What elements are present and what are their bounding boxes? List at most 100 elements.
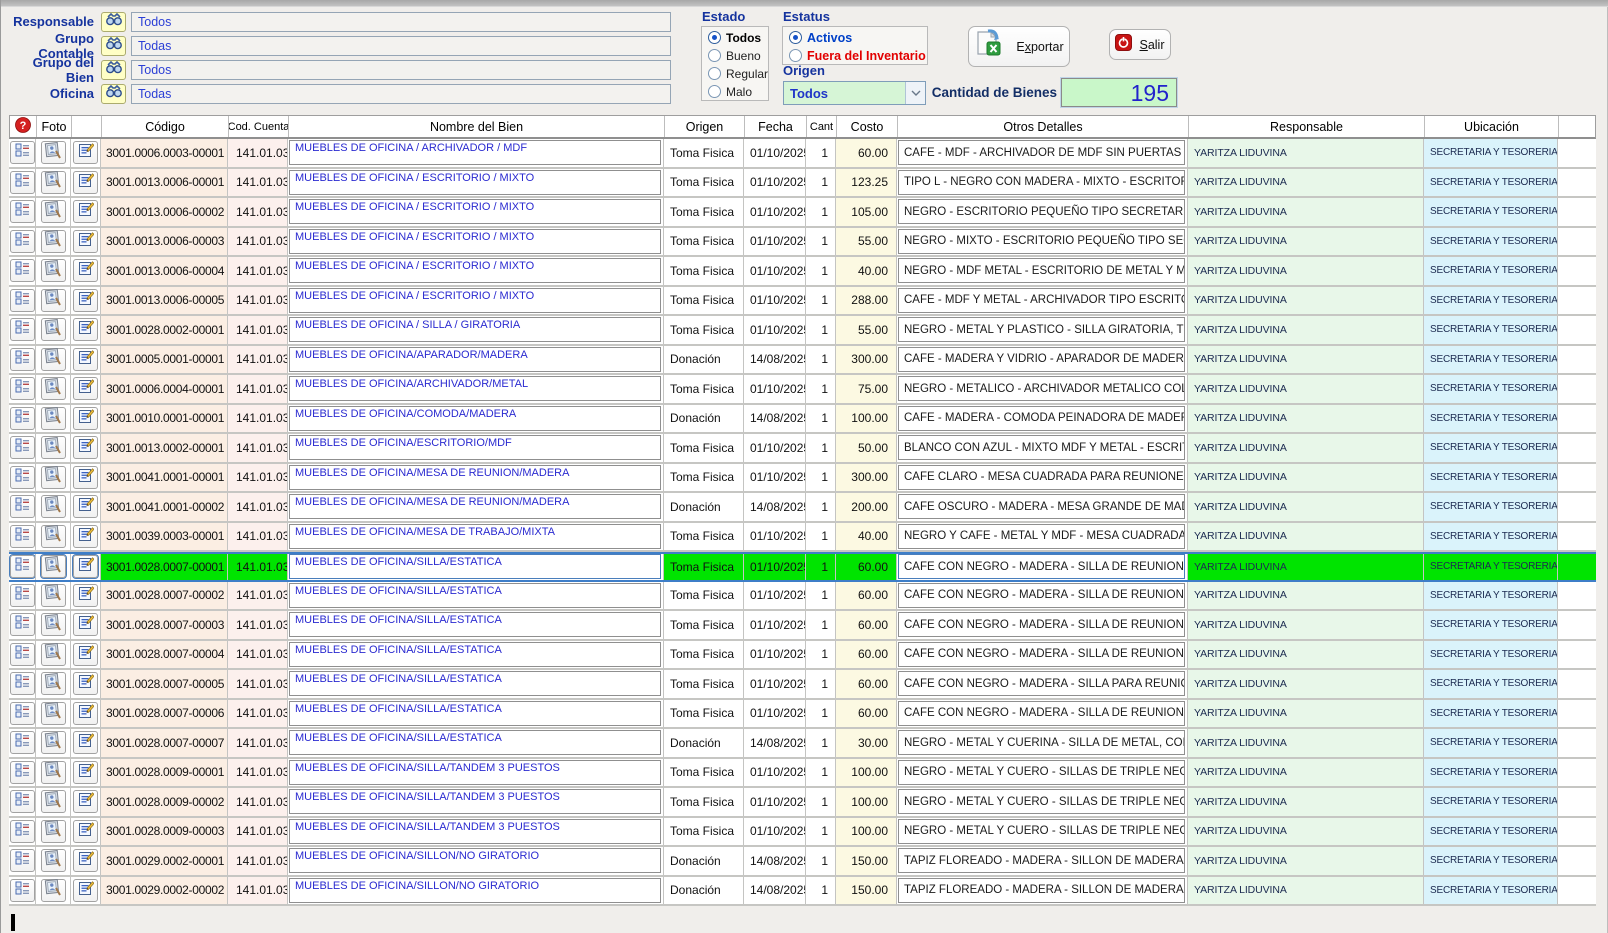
nombre-cell[interactable]: MUEBLES DE OFICINA / ARCHIVADOR / MDF xyxy=(288,139,664,167)
grupo-contable-input[interactable]: Todas xyxy=(131,36,671,56)
detalles-cell[interactable]: CAFE CON NEGRO - MADERA - SILLA DE REUNI… xyxy=(897,582,1188,610)
exportar-button[interactable]: Exportar xyxy=(968,26,1070,67)
row-details-button[interactable] xyxy=(10,761,35,784)
salir-button[interactable]: Salir xyxy=(1109,29,1171,60)
detalles-cell[interactable]: TIPO L - NEGRO CON MADERA - MIXTO - ESCR… xyxy=(897,169,1188,197)
table-row[interactable]: 3001.0028.0007-00005 141.01.03 MUEBLES D… xyxy=(9,670,1596,700)
table-row[interactable]: 3001.0013.0006-00003 141.01.03 MUEBLES D… xyxy=(9,228,1596,258)
nombre-cell[interactable]: MUEBLES DE OFICINA / ESCRITORIO / MIXTO xyxy=(288,169,664,197)
nombre-header[interactable]: Nombre del Bien xyxy=(289,116,665,137)
nombre-cell[interactable]: MUEBLES DE OFICINA / ESCRITORIO / MIXTO xyxy=(288,257,664,285)
detalles-cell[interactable]: CAFE OSCURO - MADERA - MESA GRANDE DE MA… xyxy=(897,493,1188,521)
table-row[interactable]: 3001.0013.0006-00001 141.01.03 MUEBLES D… xyxy=(9,169,1596,199)
row-edit-button[interactable] xyxy=(73,643,98,666)
detalles-cell[interactable]: CAFE - MADERA - COMODA PEINADORA DE MADE… xyxy=(897,405,1188,433)
codigo-header[interactable]: Código xyxy=(102,116,229,137)
detalles-cell[interactable]: NEGRO - METAL Y CUERO - SILLAS DE TRIPLE… xyxy=(897,818,1188,846)
table-row[interactable]: 3001.0041.0001-00001 141.01.03 MUEBLES D… xyxy=(9,464,1596,494)
row-photo-button[interactable] xyxy=(41,495,66,518)
row-photo-button[interactable] xyxy=(41,259,66,282)
detalles-cell[interactable]: CAFE CON NEGRO - MADERA - SILLA DE REUNI… xyxy=(897,700,1188,728)
row-details-button[interactable] xyxy=(10,643,35,666)
row-photo-button[interactable] xyxy=(41,702,66,725)
estatus-option-activos[interactable]: Activos xyxy=(789,30,927,45)
row-edit-button[interactable] xyxy=(73,289,98,312)
table-row[interactable]: 3001.0041.0001-00002 141.01.03 MUEBLES D… xyxy=(9,493,1596,523)
row-photo-button[interactable] xyxy=(41,790,66,813)
row-details-button[interactable] xyxy=(10,259,35,282)
row-photo-button[interactable] xyxy=(41,820,66,843)
row-edit-button[interactable] xyxy=(73,879,98,902)
row-details-button[interactable] xyxy=(10,200,35,223)
detalles-cell[interactable]: CAFE CON NEGRO - MADERA - SILLA DE REUNI… xyxy=(897,641,1188,669)
table-row[interactable]: 3001.0029.0002-00001 141.01.03 MUEBLES D… xyxy=(9,847,1596,877)
row-edit-button[interactable] xyxy=(73,171,98,194)
responsable-header[interactable]: Responsable xyxy=(1189,116,1425,137)
detalles-cell[interactable]: CAFE CON NEGRO - MADERA - SILLA DE REUNI… xyxy=(897,554,1188,580)
row-edit-button[interactable] xyxy=(73,348,98,371)
nombre-cell[interactable]: MUEBLES DE OFICINA/ESCRITORIO/MDF xyxy=(288,434,664,462)
row-edit-button[interactable] xyxy=(73,318,98,341)
detalles-cell[interactable]: BLANCO CON AZUL - MIXTO MDF Y METAL - ES… xyxy=(897,434,1188,462)
row-edit-button[interactable] xyxy=(73,259,98,282)
row-photo-button[interactable] xyxy=(41,407,66,430)
table-row[interactable]: 3001.0006.0003-00001 141.01.03 MUEBLES D… xyxy=(9,139,1596,169)
row-edit-button[interactable] xyxy=(73,731,98,754)
row-details-button[interactable] xyxy=(10,377,35,400)
row-details-button[interactable] xyxy=(10,230,35,253)
row-details-button[interactable] xyxy=(10,584,35,607)
row-edit-button[interactable] xyxy=(73,672,98,695)
nombre-cell[interactable]: MUEBLES DE OFICINA/MESA DE REUNION/MADER… xyxy=(288,464,664,492)
nombre-cell[interactable]: MUEBLES DE OFICINA/SILLA/ESTATICA xyxy=(288,582,664,610)
row-details-button[interactable] xyxy=(10,702,35,725)
table-row[interactable]: 3001.0028.0007-00004 141.01.03 MUEBLES D… xyxy=(9,641,1596,671)
cant-header[interactable]: Cant xyxy=(807,116,837,137)
origen-header[interactable]: Origen xyxy=(665,116,745,137)
detalles-cell[interactable]: CAFE - MADERA Y VIDRIO - APARADOR DE MAD… xyxy=(897,346,1188,374)
row-edit-button[interactable] xyxy=(73,230,98,253)
detalles-cell[interactable]: CAFE CON NEGRO - MADERA - SILLA DE REUNI… xyxy=(897,611,1188,639)
nombre-cell[interactable]: MUEBLES DE OFICINA/MESA DE REUNION/MADER… xyxy=(288,493,664,521)
nombre-cell[interactable]: MUEBLES DE OFICINA/APARADOR/MADERA xyxy=(288,346,664,374)
nombre-cell[interactable]: MUEBLES DE OFICINA/SILLA/ESTATICA xyxy=(288,554,664,580)
row-photo-button[interactable] xyxy=(41,318,66,341)
responsable-search-button[interactable] xyxy=(101,12,126,32)
table-row[interactable]: 3001.0028.0007-00001 141.01.03 MUEBLES D… xyxy=(9,552,1596,582)
table-row[interactable]: 3001.0006.0004-00001 141.01.03 MUEBLES D… xyxy=(9,375,1596,405)
foto-header[interactable]: Foto xyxy=(37,116,72,137)
nombre-cell[interactable]: MUEBLES DE OFICINA / ESCRITORIO / MIXTO xyxy=(288,198,664,226)
row-details-button[interactable] xyxy=(10,672,35,695)
row-details-button[interactable] xyxy=(10,407,35,430)
row-edit-button[interactable] xyxy=(73,436,98,459)
detalles-cell[interactable]: NEGRO Y CAFE - METAL Y MDF - MESA CUADRA… xyxy=(897,523,1188,551)
row-details-button[interactable] xyxy=(10,436,35,459)
nombre-cell[interactable]: MUEBLES DE OFICINA / ESCRITORIO / MIXTO xyxy=(288,287,664,315)
row-edit-button[interactable] xyxy=(73,200,98,223)
row-edit-button[interactable] xyxy=(73,761,98,784)
row-edit-button[interactable] xyxy=(73,584,98,607)
row-details-button[interactable] xyxy=(10,348,35,371)
table-row[interactable]: 3001.0028.0007-00002 141.01.03 MUEBLES D… xyxy=(9,582,1596,612)
row-details-button[interactable] xyxy=(10,555,35,578)
row-photo-button[interactable] xyxy=(41,879,66,902)
origen-dropdown[interactable]: Todos xyxy=(783,81,926,105)
table-row[interactable]: 3001.0013.0006-00005 141.01.03 MUEBLES D… xyxy=(9,287,1596,317)
estado-option-bueno[interactable]: Bueno xyxy=(708,48,768,63)
row-edit-button[interactable] xyxy=(73,141,98,164)
table-row[interactable]: 3001.0028.0007-00003 141.01.03 MUEBLES D… xyxy=(9,611,1596,641)
row-photo-button[interactable] xyxy=(41,672,66,695)
row-edit-button[interactable] xyxy=(73,820,98,843)
row-edit-button[interactable] xyxy=(73,377,98,400)
table-row[interactable]: 3001.0028.0007-00006 141.01.03 MUEBLES D… xyxy=(9,700,1596,730)
row-edit-button[interactable] xyxy=(73,849,98,872)
row-photo-button[interactable] xyxy=(41,643,66,666)
row-details-button[interactable] xyxy=(10,318,35,341)
grupo-del-bien-search-button[interactable] xyxy=(101,60,126,80)
row-photo-button[interactable] xyxy=(41,141,66,164)
row-edit-button[interactable] xyxy=(73,555,98,578)
estatus-option-fuera-del-inventario[interactable]: Fuera del Inventario xyxy=(789,48,927,63)
table-row[interactable]: 3001.0028.0009-00003 141.01.03 MUEBLES D… xyxy=(9,818,1596,848)
table-row[interactable]: 3001.0013.0006-00002 141.01.03 MUEBLES D… xyxy=(9,198,1596,228)
row-edit-button[interactable] xyxy=(73,525,98,548)
grupo-del-bien-input[interactable]: Todos xyxy=(131,60,671,80)
